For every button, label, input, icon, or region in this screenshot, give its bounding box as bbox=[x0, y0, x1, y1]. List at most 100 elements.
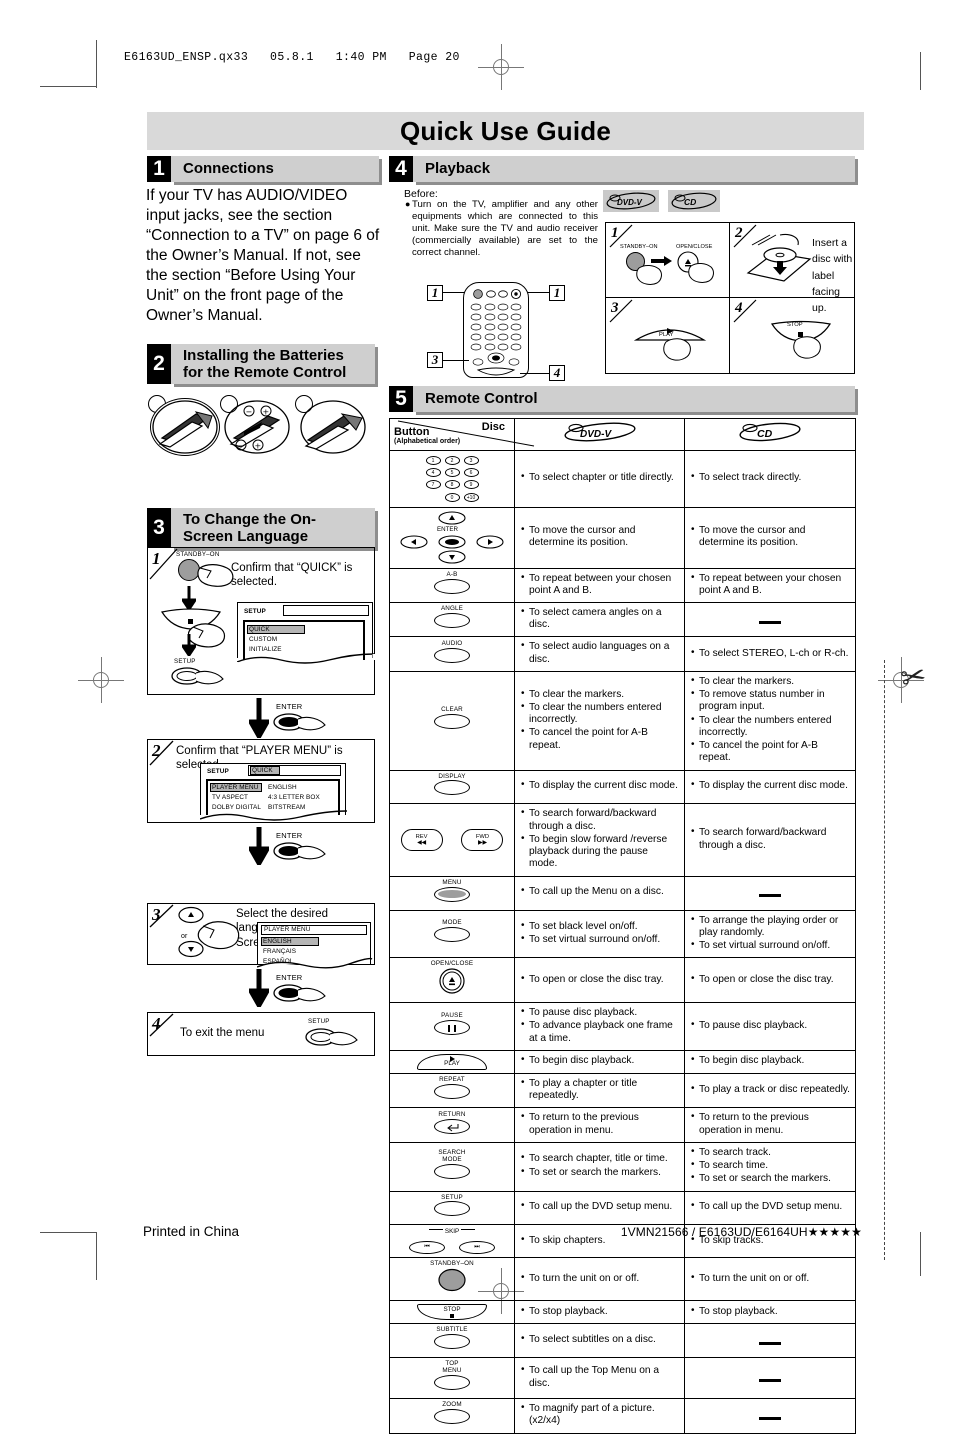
remote-button-icon[interactable] bbox=[434, 1163, 470, 1179]
enter-button-icon-1[interactable] bbox=[272, 711, 328, 735]
table-row: RETURN To return to the previous operatio… bbox=[389, 1107, 856, 1143]
row-cd-cell: To pause disc playback. bbox=[684, 1002, 856, 1051]
row-button-cell[interactable]: ANGLE bbox=[389, 601, 515, 638]
row-button-cell[interactable]: 1 2 3 4 5 6 7 8 9 0 +10 bbox=[389, 450, 515, 508]
cursor-enter-pad-icon[interactable]: ENTER bbox=[396, 510, 508, 565]
cd-logo-icon-header: CD bbox=[739, 422, 801, 442]
cursor-left-icon[interactable] bbox=[400, 534, 428, 549]
cursor-right-icon[interactable] bbox=[476, 534, 504, 549]
row-button-cell[interactable]: AUDIO bbox=[389, 636, 515, 672]
number-key[interactable]: 5 bbox=[444, 468, 460, 478]
button-caption: AUDIO bbox=[441, 639, 463, 647]
row-dvd-cell: To set black level on/off.To set virtual… bbox=[514, 909, 685, 959]
osd3-item-francais[interactable]: FRANÇAIS bbox=[263, 948, 296, 955]
remote-button-icon[interactable] bbox=[434, 613, 470, 629]
rev-fwd-buttons-icon[interactable]: REV ◀◀ FWD ▶▶ bbox=[392, 829, 512, 852]
row-button-cell[interactable]: CLEAR bbox=[389, 670, 515, 771]
osd2-row0-label[interactable]: PLAYER MENU bbox=[212, 784, 258, 791]
number-key[interactable]: 2 bbox=[444, 455, 460, 465]
row-button-cell[interactable]: TOP MENU bbox=[389, 1357, 515, 1400]
number-key[interactable]: 6 bbox=[463, 468, 479, 478]
remote-button-icon[interactable] bbox=[434, 1334, 470, 1350]
number-key[interactable]: 8 bbox=[444, 480, 460, 490]
skip-next-icon[interactable]: ⏭ bbox=[458, 1241, 495, 1255]
osd3-item-english[interactable]: ENGLISH bbox=[263, 938, 292, 945]
osd1-item-custom[interactable]: CUSTOM bbox=[249, 636, 277, 643]
table-row: 123 456 7890+10 To select chapter or title … bbox=[389, 450, 856, 508]
row-cd-cell: To repeat between your chosen point A an… bbox=[684, 567, 856, 603]
cursor-down-icon[interactable] bbox=[438, 549, 466, 564]
description-item: To open or close the disc tray. bbox=[521, 973, 679, 986]
number-key[interactable]: 4 bbox=[425, 468, 441, 478]
cursor-up-icon[interactable] bbox=[438, 510, 466, 525]
enter-button-icon-2[interactable] bbox=[272, 840, 328, 864]
hand-pointer-icon-pb4 bbox=[793, 336, 821, 359]
row-button-cell[interactable]: SUBTITLE bbox=[389, 1323, 515, 1359]
row-button-cell[interactable]: ZOOM bbox=[389, 1398, 515, 1434]
row-button-cell[interactable]: ENTER bbox=[389, 506, 515, 569]
row-button-cell[interactable]: OPEN/CLOSE bbox=[389, 957, 515, 1004]
remote-button-icon[interactable] bbox=[434, 927, 470, 943]
description-item: To call up the Top Menu on a disc. bbox=[521, 1364, 679, 1389]
connections-body: If your TV has AUDIO/VIDEO input jacks, … bbox=[146, 187, 380, 324]
row-button-cell[interactable]: SETUP bbox=[389, 1190, 515, 1226]
row-button-cell[interactable]: A-B bbox=[389, 567, 515, 603]
row-button-cell[interactable]: SKIP ⏮ ⏭ bbox=[389, 1224, 515, 1259]
row-button-cell[interactable]: STANDBY–ON bbox=[389, 1257, 515, 1302]
fwd-button-icon[interactable]: FWD ▶▶ bbox=[461, 829, 504, 852]
remote-button-icon[interactable] bbox=[434, 1201, 470, 1217]
header-button-label: Button bbox=[394, 426, 430, 438]
enter-button-icon-3[interactable] bbox=[272, 982, 328, 1006]
playback-callout-3-lead bbox=[443, 360, 469, 362]
number-key[interactable]: 3 bbox=[463, 455, 479, 465]
osd1-item-quick[interactable]: QUICK bbox=[249, 626, 270, 633]
row-button-cell[interactable]: RETURN bbox=[389, 1107, 515, 1143]
remote-button-icon[interactable] bbox=[434, 578, 470, 594]
enter-key-icon[interactable] bbox=[438, 534, 466, 549]
remote-button-icon[interactable] bbox=[434, 1375, 470, 1391]
row-button-cell[interactable]: PLAY bbox=[389, 1049, 515, 1074]
osd2-row1-label[interactable]: TV ASPECT bbox=[212, 794, 248, 801]
playback-step-1-standby-label: STANDBY–ON bbox=[620, 244, 658, 250]
open-close-button-icon[interactable] bbox=[439, 968, 465, 994]
setup-button-icon-2[interactable] bbox=[304, 1026, 360, 1050]
row-button-cell[interactable]: STOP bbox=[389, 1300, 515, 1325]
pause-button-icon[interactable] bbox=[434, 1020, 470, 1035]
table-header-row: Button (Alphabetical order) Disc DVD-V C… bbox=[389, 418, 856, 451]
playback-bullet-icon: ● bbox=[405, 199, 411, 209]
number-key[interactable]: 9 bbox=[463, 480, 479, 490]
table-row: ANGLE To select camera angles on a disc. bbox=[389, 601, 856, 638]
not-applicable-dash bbox=[759, 1416, 781, 1420]
number-key[interactable]: 0 bbox=[444, 492, 460, 502]
row-button-cell[interactable]: SEARCH MODE bbox=[389, 1141, 515, 1192]
remote-button-icon[interactable] bbox=[434, 1409, 470, 1425]
play-button-icon[interactable]: PLAY bbox=[417, 1053, 487, 1070]
setup-button-icon-1[interactable] bbox=[170, 665, 226, 689]
number-key[interactable]: 7 bbox=[425, 480, 441, 490]
remote-button-icon[interactable] bbox=[434, 647, 470, 663]
number-key[interactable]: 1 bbox=[425, 455, 441, 465]
skip-buttons-icon[interactable]: SKIP ⏮ ⏭ bbox=[392, 1228, 512, 1255]
remote-button-icon[interactable] bbox=[434, 780, 470, 796]
number-key[interactable]: +10 bbox=[463, 492, 479, 502]
remote-button-icon[interactable] bbox=[434, 1084, 470, 1100]
row-button-cell[interactable]: PAUSE bbox=[389, 1002, 515, 1051]
stop-button-icon[interactable]: STOP bbox=[417, 1304, 487, 1321]
svg-text:−: − bbox=[246, 408, 253, 417]
skip-prev-icon[interactable]: ⏮ bbox=[409, 1241, 446, 1255]
rev-button-icon[interactable]: REV ◀◀ bbox=[400, 829, 443, 852]
row-button-cell[interactable]: REPEAT bbox=[389, 1072, 515, 1109]
row-button-cell[interactable]: REV ◀◀ FWD ▶▶ bbox=[389, 803, 515, 877]
table-row: DISPLAY To display the current disc mode.… bbox=[389, 769, 856, 805]
row-button-cell[interactable]: DISPLAY bbox=[389, 769, 515, 805]
row-button-cell[interactable]: MENU bbox=[389, 875, 515, 911]
remote-button-icon[interactable] bbox=[434, 714, 470, 730]
row-button-cell[interactable]: MODE bbox=[389, 909, 515, 959]
arrow-right-icon bbox=[651, 256, 672, 266]
description-item: To set virtual surround on/off. bbox=[691, 939, 850, 952]
return-button-icon[interactable] bbox=[434, 1118, 470, 1134]
standby-on-button-icon[interactable] bbox=[437, 1268, 467, 1292]
remote-button-icon[interactable] bbox=[434, 886, 470, 902]
number-keypad-icon[interactable]: 1 2 3 4 5 6 7 8 9 0 +10 bbox=[392, 454, 512, 504]
description-item: To repeat between your chosen point A an… bbox=[691, 571, 850, 597]
